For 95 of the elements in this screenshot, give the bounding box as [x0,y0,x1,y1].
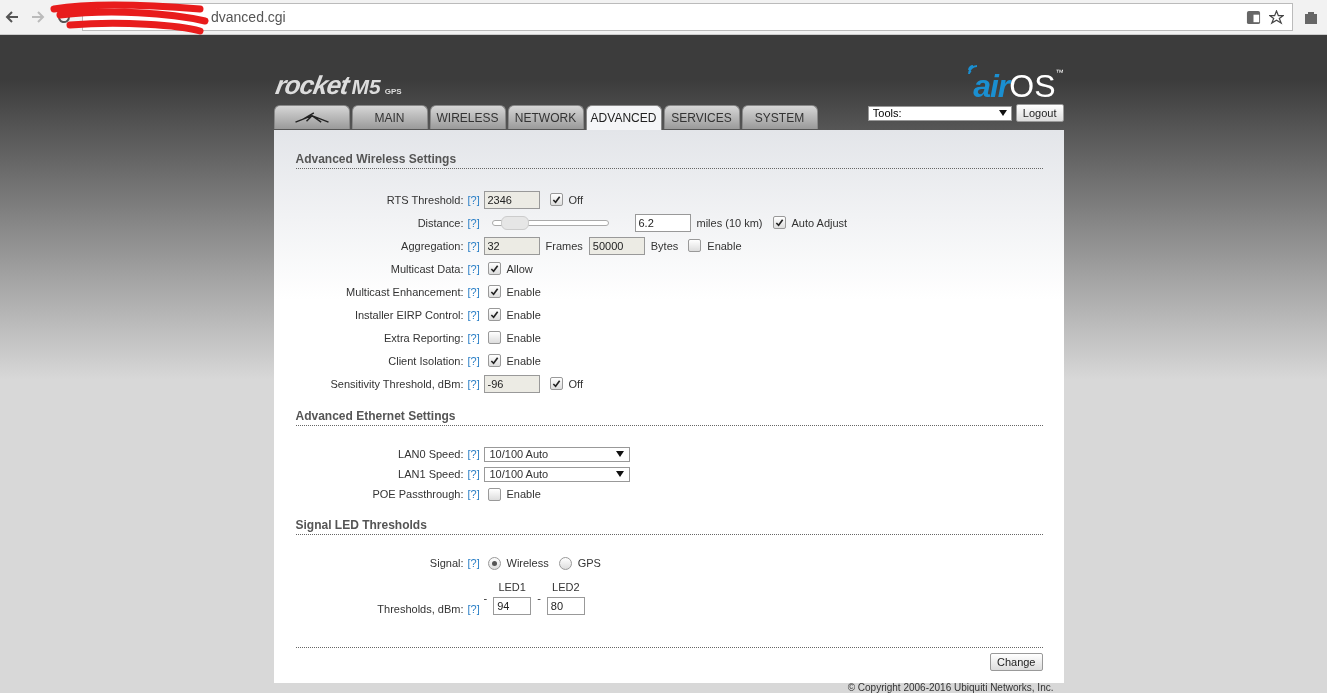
field-label: RTS Threshold: [385,193,464,206]
dish-icon [292,112,331,123]
checkbox[interactable] [487,487,501,501]
option-label: Enable [506,488,541,500]
help-link[interactable]: [?] [467,331,480,344]
field-label: Client Isolation: [387,354,464,367]
field-label: LAN0 Speed: [397,448,464,460]
option-label: GPS [577,557,601,569]
product-logo: rocket [272,70,351,101]
field-label: Thresholds, dBm: [376,603,464,615]
section-title: Advanced Wireless Settings [295,152,1043,169]
checkbox[interactable] [487,285,501,298]
column-label: LED2 [552,581,580,593]
option-label: Enable [707,239,742,252]
unit-label: miles (10 km) [696,216,763,229]
brand-logo-air: air [973,68,1010,105]
field-label: LAN1 Speed: [397,468,464,480]
checkbox[interactable] [549,377,563,390]
option-label: Off [568,377,583,390]
change-button[interactable]: Change [989,653,1043,671]
checkbox[interactable] [487,308,501,321]
help-link[interactable]: [?] [467,354,480,367]
help-link[interactable]: [?] [467,308,480,321]
slider-thumb[interactable] [501,215,530,230]
help-link[interactable]: [?] [467,468,480,480]
copyright-text: © Copyright 2006-2016 Ubiquiti Networks, Inc. [846,683,1055,693]
unit-label: Bytes [650,239,679,252]
help-link[interactable]: [?] [467,377,480,390]
option-label: Off [568,193,583,206]
section-title: Advanced Ethernet Settings [295,409,1043,426]
variant-label: GPS [384,87,402,96]
option-label: Wireless [506,557,549,569]
text-field[interactable]: 94 [493,597,532,615]
speed-dropdown[interactable]: 10/100 Auto [483,446,630,462]
help-link[interactable]: [?] [467,262,480,275]
star-icon[interactable] [1269,9,1284,25]
field-label: Multicast Enhancement: [345,285,464,298]
help-link[interactable]: [?] [467,285,480,298]
nav-tab[interactable]: WIRELESS [429,105,506,129]
text-field[interactable]: 6.2 [634,213,691,232]
field-label: Multicast Data: [389,262,464,275]
logout-button[interactable]: Logout [1015,104,1064,122]
url-text: dvanced.cgi [211,9,286,25]
checkbox[interactable] [688,239,702,252]
field-label: Installer EIRP Control: [353,308,464,321]
option-label: Enable [506,285,541,298]
trademark-sign: ™ [1055,68,1064,77]
back-icon[interactable] [4,9,20,25]
field-label: Sensitivity Threshold, dBm: [329,377,464,390]
nav-tab[interactable]: MAIN [351,105,428,129]
nav-tab[interactable]: SERVICES [663,105,740,129]
nav-tab[interactable]: ADVANCED [585,105,662,130]
home-tab[interactable] [273,105,350,129]
unit-label: Frames [545,239,583,252]
brand-logo-os: OS [1009,68,1056,105]
help-link[interactable]: [?] [467,193,480,206]
help-link[interactable]: [?] [467,239,480,252]
field-label: Extra Reporting: [383,331,464,344]
option-label: Enable [506,308,541,321]
extension-icon[interactable] [1303,9,1319,25]
field-label: Aggregation: [400,239,464,252]
option-label: Allow [506,262,533,275]
help-link[interactable]: [?] [467,557,480,569]
address-bar[interactable]: dvanced.cgi [82,3,1293,31]
unit-label: - [483,592,488,604]
checkbox[interactable] [772,216,786,229]
unit-label: - [537,592,541,604]
help-link[interactable]: [?] [467,488,480,500]
option-label: Enable [506,331,541,344]
checkbox[interactable] [549,193,563,206]
radio-button[interactable] [558,556,572,570]
text-field[interactable]: 80 [546,597,585,615]
checkbox[interactable] [487,331,501,344]
option-label: Auto Adjust [791,216,848,229]
radio-button[interactable] [487,556,501,570]
nav-tab[interactable]: NETWORK [507,105,584,129]
model-logo: M5 [351,75,381,99]
column-label: LED1 [498,581,526,593]
checkbox[interactable] [487,262,501,275]
dropdown-arrow-icon [615,471,624,477]
dropdown-arrow-icon [615,451,624,457]
help-link[interactable]: [?] [467,216,480,229]
help-link[interactable]: [?] [467,603,480,615]
nav-tab[interactable]: SYSTEM [741,105,818,129]
field-label: POE Passthrough: [371,488,464,500]
section-title: Signal LED Thresholds [295,518,1043,535]
field-label: Signal: [428,557,464,569]
speed-dropdown[interactable]: 10/100 Auto [483,466,630,482]
translate-icon[interactable] [1246,9,1261,25]
dropdown-arrow-icon [998,110,1007,116]
option-label: Enable [506,354,541,367]
checkbox[interactable] [487,354,501,367]
tools-dropdown[interactable]: Tools: [867,105,1012,121]
help-link[interactable]: [?] [467,448,480,460]
field-label: Distance: [416,216,464,229]
